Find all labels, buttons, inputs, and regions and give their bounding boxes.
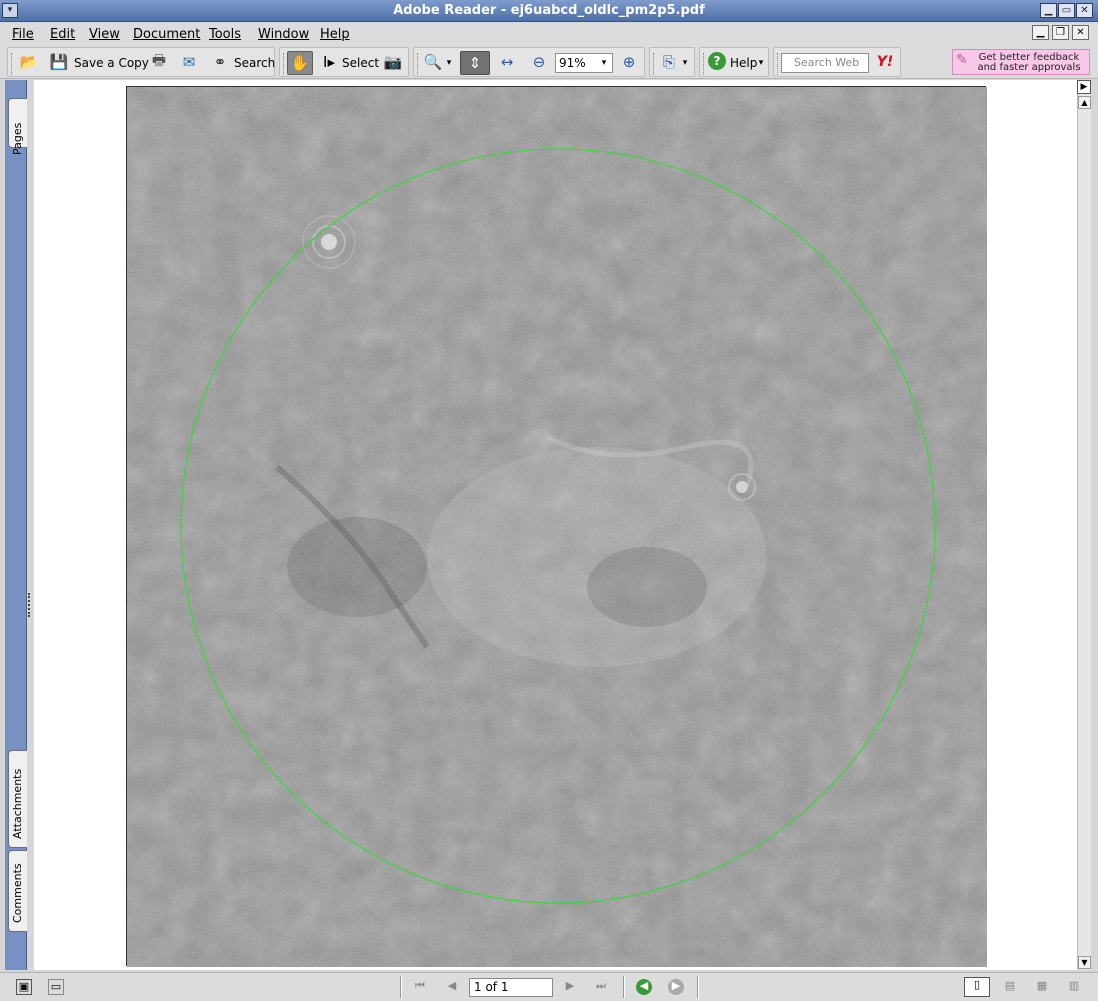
- facing-layout-icon[interactable]: ▦: [1034, 979, 1050, 995]
- open-folder-icon[interactable]: 📂: [18, 51, 40, 73]
- save-copy-button[interactable]: Save a Copy: [74, 56, 149, 70]
- chevron-down-icon[interactable]: ▾: [756, 52, 766, 74]
- rotate-toolbar-group: ⎘ ▾: [649, 47, 695, 77]
- toolbar-grip: [283, 53, 286, 75]
- binoculars-icon[interactable]: ⚭: [209, 51, 231, 73]
- window-minimize-button[interactable]: ▁: [1040, 3, 1057, 18]
- page-size-icon[interactable]: ▭: [48, 979, 64, 995]
- go-forward-icon[interactable]: ▶: [668, 979, 684, 995]
- window-maximize-button[interactable]: ▭: [1058, 3, 1075, 18]
- pdf-page[interactable]: [126, 86, 987, 967]
- chevron-down-icon[interactable]: ▾: [680, 52, 690, 74]
- print-icon[interactable]: 🖶: [148, 51, 170, 73]
- document-close-button[interactable]: ✕: [1072, 25, 1089, 40]
- go-back-icon[interactable]: ◀: [636, 979, 652, 995]
- continuous-facing-layout-icon[interactable]: ▥: [1066, 979, 1082, 995]
- help-icon[interactable]: ?: [708, 52, 726, 70]
- fit-page-icon[interactable]: ⇕: [460, 51, 490, 75]
- fit-width-icon[interactable]: ↔: [496, 51, 518, 73]
- pages-panel-toggle-icon[interactable]: ▣: [16, 979, 32, 995]
- tab-attachments[interactable]: Attachments: [8, 750, 28, 848]
- scroll-down-icon[interactable]: ▼: [1078, 956, 1091, 969]
- promo-banner[interactable]: ✎ Get better feedback and faster approva…: [952, 49, 1090, 75]
- window-close-button[interactable]: ✕: [1076, 3, 1093, 18]
- micrograph-image: [127, 87, 987, 967]
- tab-pages-label: Pages: [11, 122, 24, 155]
- separator: [400, 976, 402, 998]
- help-toolbar-group: ? Help ▾: [699, 47, 769, 77]
- toolbar-grip: [653, 53, 656, 75]
- zoom-in-plus-icon[interactable]: ⊕: [618, 51, 640, 73]
- zoom-toolbar-group: 🔍 ▾ ⇕ ↔ ⊖ 91% ▾ ⊕: [413, 47, 645, 77]
- menu-edit[interactable]: Edit: [50, 27, 75, 42]
- tab-comments-label: Comments: [11, 863, 24, 923]
- toolbar-grip: [777, 53, 780, 75]
- splitter-grip[interactable]: [28, 593, 32, 617]
- toolbar-grip: [417, 53, 420, 75]
- first-page-icon[interactable]: ⏮: [412, 979, 428, 995]
- chevron-down-icon[interactable]: ▾: [444, 52, 454, 74]
- panel-splitter[interactable]: [27, 80, 34, 970]
- toolbar-grip: [703, 53, 706, 75]
- tab-comments[interactable]: Comments: [8, 850, 28, 932]
- rotate-view-icon[interactable]: ⎘: [658, 51, 680, 73]
- panel-expander-icon[interactable]: ▶: [1077, 80, 1091, 94]
- menu-view[interactable]: View: [89, 27, 120, 42]
- web-search-toolbar-group: Search Web Y!: [773, 47, 901, 77]
- title-bar: ▾ Adobe Reader - ej6uabcd_oldlc_pm2p5.pd…: [0, 0, 1098, 22]
- select-text-icon[interactable]: Ⅰ▸: [318, 51, 340, 73]
- select-toolbar-group: ✋ Ⅰ▸ Select 📷: [279, 47, 409, 77]
- toolbar: 📂 💾 Save a Copy 🖶 ✉ ⚭ Search ✋ Ⅰ▸ Select…: [0, 45, 1098, 79]
- separator: [697, 976, 699, 998]
- status-bar: ▣ ▭ ⏮ ◀ 1 of 1 ▶ ⏭ ◀ ▶ ▯ ▤ ▦ ▥: [0, 972, 1098, 1001]
- file-toolbar-group: 📂 💾 Save a Copy 🖶 ✉ ⚭ Search: [7, 47, 275, 77]
- zoom-in-icon[interactable]: 🔍: [422, 51, 444, 73]
- menu-document[interactable]: Document: [133, 27, 200, 42]
- previous-page-icon[interactable]: ◀: [444, 979, 460, 995]
- menu-help[interactable]: Help: [320, 27, 350, 42]
- document-restore-button[interactable]: ❐: [1052, 25, 1069, 40]
- hand-tool-icon[interactable]: ✋: [287, 51, 313, 75]
- pen-icon: ✎: [956, 52, 968, 68]
- zoom-out-minus-icon[interactable]: ⊖: [528, 51, 550, 73]
- help-button[interactable]: Help: [730, 56, 757, 70]
- menu-file[interactable]: File: [12, 27, 34, 42]
- scroll-up-icon[interactable]: ▲: [1078, 96, 1091, 109]
- chevron-down-icon[interactable]: ▾: [599, 52, 609, 74]
- navigation-panel: Pages Attachments Comments: [5, 80, 28, 970]
- email-icon[interactable]: ✉: [178, 51, 200, 73]
- page-number-field[interactable]: 1 of 1: [469, 978, 553, 997]
- search-button[interactable]: Search: [234, 56, 275, 70]
- next-page-icon[interactable]: ▶: [562, 979, 578, 995]
- tab-pages[interactable]: Pages: [8, 98, 28, 155]
- snapshot-icon[interactable]: 📷: [382, 51, 404, 73]
- menu-window[interactable]: Window: [258, 27, 309, 42]
- search-web-input[interactable]: Search Web: [781, 53, 869, 73]
- single-page-layout-icon[interactable]: ▯: [964, 977, 990, 997]
- promo-text: Get better feedback and faster approvals: [977, 52, 1081, 73]
- separator: [623, 976, 625, 998]
- tab-attachments-label: Attachments: [11, 768, 24, 839]
- window-title: Adobe Reader - ej6uabcd_oldlc_pm2p5.pdf: [393, 3, 705, 18]
- menu-tools[interactable]: Tools: [209, 27, 241, 42]
- document-minimize-button[interactable]: ▁: [1032, 25, 1049, 40]
- yahoo-icon[interactable]: Y!: [874, 51, 896, 73]
- toolbar-grip[interactable]: [11, 53, 14, 75]
- menu-bar: File Edit View Document Tools Window Hel…: [0, 23, 1098, 45]
- continuous-layout-icon[interactable]: ▤: [1002, 979, 1018, 995]
- last-page-icon[interactable]: ⏭: [593, 979, 609, 995]
- save-icon[interactable]: 💾: [48, 51, 70, 73]
- vertical-scrollbar[interactable]: ▲ ▼: [1077, 80, 1091, 970]
- select-button[interactable]: Select: [342, 56, 379, 70]
